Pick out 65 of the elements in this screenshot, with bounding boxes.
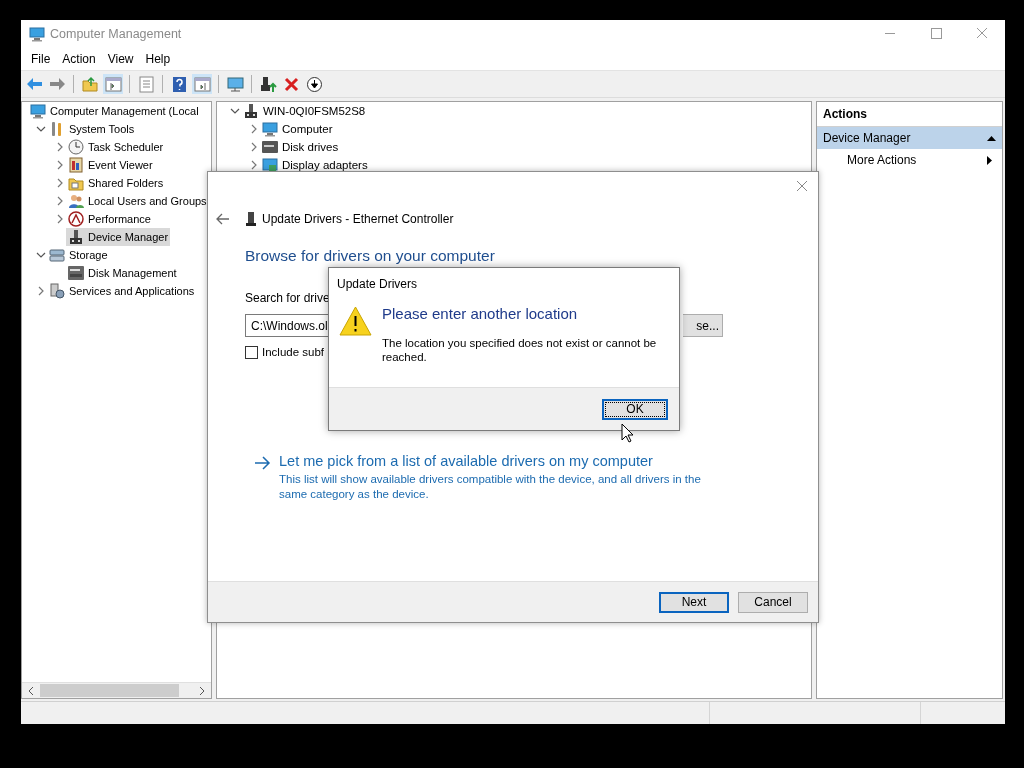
tree-item[interactable]: WIN-0QI0FSM52S8 [241,102,368,120]
tree-item[interactable]: Event Viewer [66,156,155,174]
monitor-icon [262,121,278,137]
monitor-icon[interactable] [226,75,244,93]
download-icon[interactable] [305,75,323,93]
app-icon [29,25,45,42]
users-icon [68,193,84,209]
tree-item[interactable]: Display adapters [260,156,370,174]
dialog-button[interactable]: Next [659,591,729,613]
folder-icon [68,175,84,191]
menu-item[interactable]: Help [139,49,177,68]
dialog-button[interactable]: Cancel [738,591,808,613]
forward-arrow-icon[interactable] [48,75,66,93]
back-arrow-icon[interactable] [216,213,230,225]
window-title: Computer Management [50,26,182,41]
dialog-title: Update Drivers [336,276,419,293]
help-icon[interactable] [170,75,188,93]
clock-icon [68,139,84,155]
tree-item[interactable]: Disk Management [66,264,179,282]
panel-icon[interactable] [104,75,122,93]
tree-item[interactable]: Computer Management (Local [28,102,201,120]
dialog-title: Update Drivers - Ethernet Controller [262,212,454,226]
tree-item[interactable]: Shared Folders [66,174,166,192]
device-up-icon[interactable] [259,75,277,93]
checkbox[interactable] [245,345,258,359]
checkbox-label: Include subf [262,346,324,358]
device-icon [243,103,259,119]
ok-button[interactable]: OK [602,398,668,420]
menu-item[interactable]: View [101,49,140,68]
message-text: The location you specified does not exist or cannot be reached. [382,336,658,364]
menu-item[interactable]: File [25,49,57,68]
tree-item[interactable]: Local Users and Groups [66,192,209,210]
server-icon [49,283,65,299]
panel-icon[interactable] [193,75,211,93]
right-arrow-icon[interactable] [254,456,271,470]
warning-icon [339,306,372,336]
path-field[interactable]: C:\Windows.ol [245,314,331,337]
menu-item[interactable]: Action [56,49,102,68]
gauge-icon [68,211,84,227]
tree-item[interactable]: Device Manager [66,228,171,246]
tree-item[interactable]: Task Scheduler [66,138,166,156]
delete-icon[interactable] [282,75,300,93]
message-heading: Please enter another location [382,305,579,324]
driver-list-link[interactable]: Let me pick from a list of available drivers on my computer [279,453,719,469]
device-icon [68,229,84,245]
actions-section[interactable]: Device Manager [817,127,1002,149]
tree-item[interactable]: Storage [47,246,110,264]
close-icon[interactable] [796,180,808,192]
log-icon [68,157,84,173]
monitor-icon [262,157,278,173]
submenu-arrow-icon [985,155,994,165]
storage-icon [49,247,65,263]
tree-item[interactable]: System Tools [47,120,137,138]
scrollbar-thumb[interactable] [40,684,179,697]
page-heading: Browse for drivers on your computer [245,247,496,266]
browse-button[interactable]: se... [683,314,723,337]
folder-up-icon[interactable] [81,75,99,93]
tree-item[interactable]: Disk drives [260,138,341,156]
tree-item[interactable]: Services and Applications [47,282,197,300]
link-description: This list will show available drivers compatible with the device, and all drivers in the same category as the device. [279,472,702,502]
collapse-icon[interactable] [987,133,996,143]
action-item[interactable]: More Actions [817,149,1002,171]
tree-item[interactable]: Performance [66,210,153,228]
tree-item[interactable]: Computer [260,120,335,138]
device-icon [246,212,256,226]
